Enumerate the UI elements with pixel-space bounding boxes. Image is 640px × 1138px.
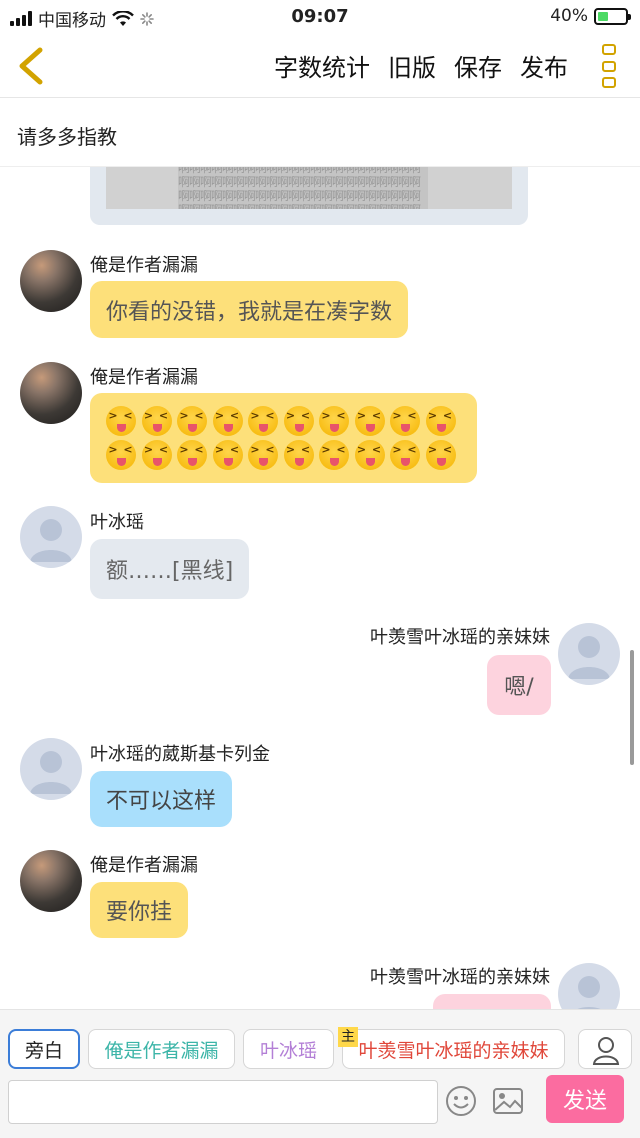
sender-name: 俺是作者漏漏 (90, 855, 198, 876)
scrollbar[interactable] (630, 650, 634, 765)
message-bubble[interactable]: 要你挂 (90, 882, 189, 938)
squinting-tongue-emoji-icon (177, 406, 207, 436)
message-bubble[interactable]: 额……[黑线] (90, 539, 250, 599)
sender-name: 叶冰瑶的葳斯基卡列金 (90, 744, 270, 765)
role-chip-bingyao[interactable]: 叶冰瑶 (243, 1029, 334, 1069)
role-label: 旁白 (24, 1039, 63, 1062)
image-message[interactable]: 啊啊啊啊啊啊啊啊啊啊啊啊啊啊啊啊啊啊啊啊啊啊啊啊啊啊啊啊啊啊啊啊啊啊啊啊啊啊啊啊… (90, 167, 528, 225)
sender-name: 叶羡雪叶冰瑶的亲妹妹 (370, 627, 550, 648)
role-selector-bar: 旁白 俺是作者漏漏 叶冰瑶 叶羡雪叶冰瑶的亲妹妹 主 (0, 1009, 640, 1075)
image-preview: 啊啊啊啊啊啊啊啊啊啊啊啊啊啊啊啊啊啊啊啊啊啊啊啊啊啊啊啊啊啊啊啊啊啊啊啊啊啊啊啊… (106, 167, 512, 209)
send-button[interactable]: 发送 (546, 1075, 624, 1123)
input-row: 发送 (0, 1075, 640, 1138)
squinting-tongue-emoji-icon (212, 440, 243, 470)
more-menu-icon[interactable] (602, 44, 618, 88)
avatar[interactable] (20, 850, 82, 912)
message-input[interactable] (8, 1080, 438, 1124)
role-chip-author[interactable]: 俺是作者漏漏 (88, 1029, 235, 1069)
sender-name: 叶羡雪叶冰瑶的亲妹妹 (370, 967, 550, 988)
squinting-tongue-emoji-icon (354, 440, 385, 470)
battery-percent: 40% (550, 6, 588, 26)
person-icon (592, 1037, 620, 1065)
top-nav: 字数统计 旧版 保存 发布 (0, 34, 640, 98)
back-arrow-icon[interactable] (12, 44, 52, 88)
sender-name: 俺是作者漏漏 (90, 255, 198, 276)
role-label: 叶冰瑶 (259, 1039, 317, 1062)
user-silhouette-icon (577, 976, 601, 1009)
battery-icon (594, 7, 631, 25)
word-count-button[interactable]: 字数统计 (274, 48, 370, 83)
squinting-tongue-emoji-icon (283, 440, 314, 470)
old-version-button[interactable]: 旧版 (388, 48, 436, 83)
sender-name: 叶冰瑶 (90, 512, 144, 533)
squinting-tongue-emoji-icon (177, 440, 207, 470)
squinting-tongue-emoji-icon (390, 440, 420, 470)
role-chip-narration[interactable]: 旁白 (8, 1029, 80, 1069)
emoji-icon[interactable] (444, 1084, 478, 1118)
squinting-tongue-emoji-icon (425, 440, 456, 470)
user-silhouette-icon (30, 751, 72, 794)
story-subtitle: 请多多指教 (17, 125, 117, 149)
message-bubble[interactable]: 嗯/ (487, 655, 551, 715)
avatar[interactable] (20, 250, 82, 312)
default-avatar[interactable] (20, 738, 82, 800)
squinting-tongue-emoji-icon (248, 440, 278, 470)
image-text-pattern: 啊啊啊啊啊啊啊啊啊啊啊啊啊啊啊啊啊啊啊啊啊啊啊啊啊啊啊啊啊啊啊啊啊啊啊啊啊啊啊啊… (178, 167, 428, 209)
emoji-message-bubble[interactable] (90, 393, 477, 483)
squinting-tongue-emoji-icon (106, 406, 136, 436)
squinting-tongue-emoji-icon (425, 406, 456, 436)
publish-button[interactable]: 发布 (520, 48, 568, 83)
status-right: 40% (550, 6, 631, 26)
role-label: 俺是作者漏漏 (104, 1039, 219, 1062)
default-avatar[interactable] (558, 623, 620, 685)
chat-area[interactable]: 啊啊啊啊啊啊啊啊啊啊啊啊啊啊啊啊啊啊啊啊啊啊啊啊啊啊啊啊啊啊啊啊啊啊啊啊啊啊啊啊… (0, 167, 640, 1009)
default-avatar[interactable] (558, 963, 620, 1009)
host-tag: 主 (338, 1027, 358, 1047)
squinting-tongue-emoji-icon (354, 406, 385, 436)
status-time: 09:07 (291, 6, 349, 27)
message-bubble[interactable]: 你看的没错，我就是在凑字数 (90, 281, 409, 338)
manage-roles-button[interactable] (578, 1029, 632, 1069)
status-bar: 中国移动 09:07 40% (0, 0, 640, 34)
sender-name: 俺是作者漏漏 (90, 367, 198, 388)
squinting-tongue-emoji-icon (141, 406, 172, 436)
user-silhouette-icon (30, 519, 72, 562)
squinting-tongue-emoji-icon (106, 440, 136, 470)
squinting-tongue-emoji-icon (212, 406, 243, 436)
role-chip-sister[interactable]: 叶羡雪叶冰瑶的亲妹妹 (342, 1029, 565, 1069)
nav-actions: 字数统计 旧版 保存 发布 (274, 48, 568, 83)
squinting-tongue-emoji-icon (390, 406, 420, 436)
squinting-tongue-emoji-icon (141, 440, 172, 470)
squinting-tongue-emoji-icon (283, 406, 314, 436)
default-avatar[interactable] (20, 506, 82, 568)
squinting-tongue-emoji-icon (319, 406, 349, 436)
squinting-tongue-emoji-icon (319, 440, 349, 470)
squinting-tongue-emoji-icon (248, 406, 278, 436)
emoji-grid (106, 406, 461, 470)
save-button[interactable]: 保存 (454, 48, 502, 83)
avatar[interactable] (20, 362, 82, 424)
message-bubble[interactable] (433, 994, 551, 1009)
role-label: 叶羡雪叶冰瑶的亲妹妹 (358, 1039, 549, 1062)
image-icon[interactable] (491, 1084, 525, 1118)
message-bubble[interactable]: 不可以这样 (90, 771, 233, 827)
subtitle-bar: 请多多指教 (0, 99, 640, 167)
user-silhouette-icon (568, 636, 610, 679)
